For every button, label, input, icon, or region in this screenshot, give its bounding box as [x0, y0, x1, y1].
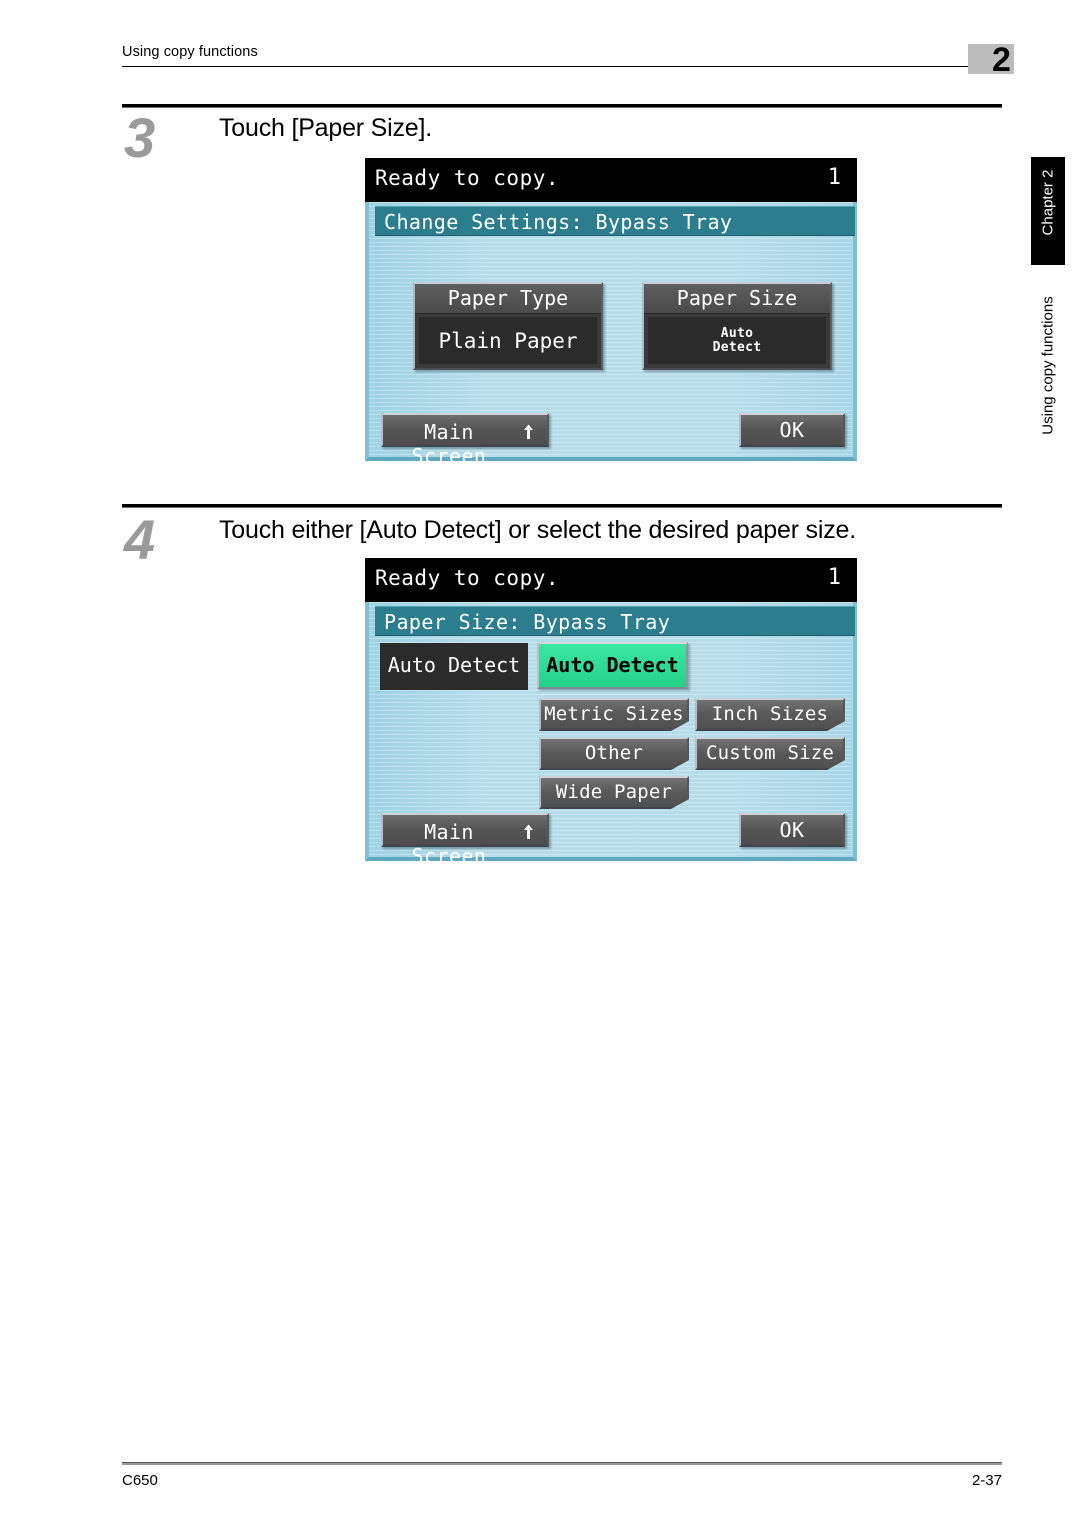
paper-size-label: Paper Size [676, 286, 798, 310]
auto-detect-key-label: Auto Detect [546, 653, 679, 677]
auto-detect-key[interactable]: Auto Detect [537, 642, 688, 689]
footer-model: C650 [122, 1472, 158, 1489]
paper-type-label: Paper Type [447, 286, 569, 310]
custom-size-key[interactable]: Custom Size [695, 737, 845, 770]
other-label: Other [584, 742, 644, 764]
other-key[interactable]: Other [539, 737, 689, 770]
lcd-screen-change-settings: Ready to copy. 1 Change Settings: Bypass… [365, 158, 857, 468]
step-number-4: 4 [124, 508, 155, 571]
section-side-label-text: Using copy functions [1039, 296, 1057, 435]
screen-title-bar-2: Paper Size: Bypass Tray [375, 606, 855, 636]
ok-button-2[interactable]: OK [739, 813, 845, 847]
header-divider [122, 66, 1002, 67]
return-arrow-icon [519, 422, 535, 440]
paper-size-button-header: Paper Size [644, 284, 830, 314]
header-section-title: Using copy functions [122, 44, 258, 60]
metric-sizes-label: Metric Sizes [544, 703, 684, 725]
custom-size-label: Custom Size [705, 742, 835, 764]
step-instruction-3: Touch [Paper Size]. [219, 114, 432, 142]
chapter-side-tab-label: Chapter 2 [1039, 169, 1057, 236]
ok-label-2: OK [779, 818, 805, 842]
paper-type-button-header: Paper Type [415, 284, 601, 314]
step-divider-4 [122, 504, 1002, 508]
current-paper-size-value: Auto Detect [387, 653, 521, 677]
paper-type-value: Plain Paper [438, 329, 578, 353]
wide-paper-label: Wide Paper [555, 781, 673, 803]
screen-title-2: Paper Size: Bypass Tray [384, 610, 671, 634]
lcd-status-bar-2: Ready to copy. 1 [365, 558, 857, 602]
lcd-body-1: Change Settings: Bypass Tray Paper Type … [365, 202, 857, 468]
lcd-screen-paper-size: Ready to copy. 1 Paper Size: Bypass Tray… [365, 558, 857, 868]
inch-sizes-key[interactable]: Inch Sizes [695, 698, 845, 731]
main-screen-label-2: Main Screen [411, 820, 487, 868]
step-divider-3 [122, 104, 1002, 108]
step-number-3: 3 [124, 106, 155, 169]
main-screen-button-2[interactable]: Main Screen [381, 813, 549, 868]
lcd-status-bar-1: Ready to copy. 1 [365, 158, 857, 202]
ok-label-1: OK [779, 418, 805, 442]
ok-button-1[interactable]: OK [739, 413, 845, 447]
paper-size-button[interactable]: Paper Size Auto Detect [642, 282, 832, 370]
copy-count-2: 1 [827, 565, 841, 590]
section-side-label: Using copy functions [1031, 285, 1065, 445]
main-screen-button-1[interactable]: Main Screen [381, 413, 549, 468]
screen-title-bar-1: Change Settings: Bypass Tray [375, 206, 855, 236]
paper-size-value: Auto Detect [712, 326, 762, 355]
lcd-body-2: Paper Size: Bypass Tray Auto Detect Auto… [365, 602, 857, 868]
paper-type-button[interactable]: Paper Type Plain Paper [413, 282, 603, 370]
footer-divider [122, 1462, 1002, 1465]
copy-count-1: 1 [827, 165, 841, 190]
wide-paper-key[interactable]: Wide Paper [539, 776, 689, 809]
chapter-side-tab: Chapter 2 [1031, 157, 1065, 265]
main-screen-label-1: Main Screen [411, 420, 487, 468]
inch-sizes-label: Inch Sizes [711, 703, 829, 725]
paper-size-value-area: Auto Detect [648, 317, 826, 364]
step-instruction-4: Touch either [Auto Detect] or select the… [219, 516, 856, 544]
paper-type-value-area: Plain Paper [419, 317, 597, 364]
status-message-2: Ready to copy. [375, 566, 560, 590]
footer-page-number: 2-37 [971, 1472, 1002, 1489]
metric-sizes-key[interactable]: Metric Sizes [539, 698, 689, 731]
chapter-badge-number: 2 [992, 41, 1011, 79]
current-paper-size-readout: Auto Detect [380, 643, 528, 690]
return-arrow-icon-2 [519, 822, 535, 840]
screen-title-1: Change Settings: Bypass Tray [384, 210, 733, 234]
status-message-1: Ready to copy. [375, 166, 560, 190]
page-header: Using copy functions [122, 44, 1002, 67]
